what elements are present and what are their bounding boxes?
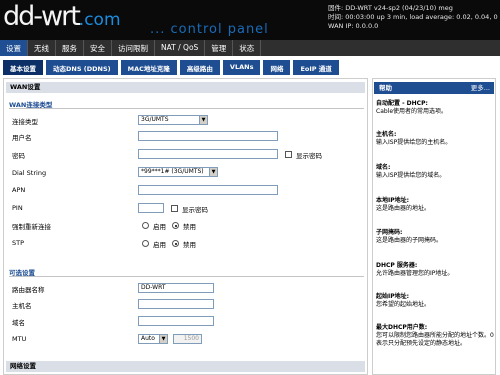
subtab-ddns[interactable]: 动态DNS (DDNS) xyxy=(46,60,118,75)
force-reconnect-disable-radio[interactable] xyxy=(172,222,179,229)
tab-nat-qos[interactable]: NAT / QoS xyxy=(155,40,206,56)
stp-enable-label: 启用 xyxy=(153,241,166,249)
subtab-advanced-routing[interactable]: 高级路由 xyxy=(179,60,220,75)
tab-services[interactable]: 服务 xyxy=(56,40,84,56)
header: dd-wrt.com ... control panel 固件: DD-WRT … xyxy=(0,0,500,42)
help-item: 起始IP地址: 您希望的起始地址。 xyxy=(376,293,431,308)
subtab-mac-clone[interactable]: MAC地址克隆 xyxy=(120,60,177,75)
username-input[interactable] xyxy=(138,131,278,141)
wan-ip-info: WAN IP: 0.0.0.0 xyxy=(328,22,379,30)
force-reconnect-disable-label: 禁用 xyxy=(183,223,196,231)
router-name-input[interactable]: DD-WRT xyxy=(138,283,214,293)
firmware-info: 固件: DD-WRT v24-sp2 (04/23/10) meg xyxy=(328,4,453,12)
ddwrt-logo: dd-wrt.com xyxy=(3,1,121,32)
help-header: 帮助 更多... xyxy=(374,82,494,94)
hostname-input[interactable] xyxy=(138,299,214,309)
pin-input[interactable] xyxy=(138,203,164,213)
dial-string-label: Dial String xyxy=(12,169,47,177)
help-item: 最大DHCP用户数: 您可以限制您路由器所能分配的地址个数。0表示只分配预先设定的… xyxy=(376,324,494,347)
panel-title: WAN设置 xyxy=(6,82,365,93)
tab-access-restrictions[interactable]: 访问限制 xyxy=(112,40,155,56)
show-password-checkbox[interactable] xyxy=(285,151,292,158)
tab-setup[interactable]: 设置 xyxy=(0,40,28,56)
router-name-label: 路由器名称 xyxy=(12,286,45,294)
uptime-info: 时间: 00:03:00 up 3 min, load average: 0.0… xyxy=(328,13,498,21)
sub-tabs: 基本设置 动态DNS (DDNS) MAC地址克隆 高级路由 VLANs 网络 … xyxy=(0,60,500,75)
help-more-link[interactable]: 更多... xyxy=(471,82,490,94)
mtu-label: MTU xyxy=(12,335,27,343)
username-label: 用户名 xyxy=(12,134,32,142)
subtab-vlans[interactable]: VLANs xyxy=(222,60,261,75)
stp-disable-label: 禁用 xyxy=(183,241,196,249)
mtu-mode-select[interactable]: Auto ▼ xyxy=(138,334,168,344)
subtab-networking[interactable]: 网络 xyxy=(263,60,291,75)
tab-administration[interactable]: 管理 xyxy=(205,40,234,56)
section-divider xyxy=(9,276,364,277)
password-label: 密码 xyxy=(12,152,25,160)
stp-label: STP xyxy=(12,239,25,247)
system-info: 固件: DD-WRT v24-sp2 (04/23/10) meg 时间: 00… xyxy=(328,4,498,31)
chevron-down-icon: ▼ xyxy=(159,335,167,343)
domain-input[interactable] xyxy=(138,316,214,326)
pin-label: PIN xyxy=(12,204,23,212)
help-item: 域名: 输入ISP提供给您的域名。 xyxy=(376,164,446,179)
hostname-label: 主机名 xyxy=(12,302,32,310)
help-item: 本地IP地址: 这是路由器的地址。 xyxy=(376,197,431,212)
force-reconnect-label: 强制重新连接 xyxy=(12,223,51,231)
dial-string-select[interactable]: *99***1# (3G/UMTS) ▼ xyxy=(138,167,218,177)
stp-disable-radio[interactable] xyxy=(172,240,179,247)
tab-status[interactable]: 状态 xyxy=(233,40,262,56)
tab-security[interactable]: 安全 xyxy=(84,40,112,56)
conn-type-label: 连接类型 xyxy=(12,118,38,126)
tab-wireless[interactable]: 无线 xyxy=(28,40,56,56)
chevron-down-icon: ▼ xyxy=(199,116,207,124)
content-panel: WAN设置 WAN连接类型 连接类型 3G/UMTS ▼ 用户名 密码 显示密码 … xyxy=(3,78,368,375)
help-item: DHCP 服务器: 允许路由器管理您的IP地址。 xyxy=(376,262,454,277)
password-input[interactable] xyxy=(138,149,278,159)
pin-show-checkbox[interactable] xyxy=(171,205,178,212)
force-reconnect-enable-radio[interactable] xyxy=(142,222,149,229)
stp-enable-radio[interactable] xyxy=(142,240,149,247)
show-password-label: 显示密码 xyxy=(296,152,322,160)
chevron-down-icon: ▼ xyxy=(209,168,217,176)
help-item: 主机名: 输入ISP提供给您的主机名。 xyxy=(376,131,452,146)
help-item: 子网掩码: 这是路由器的子网掩码。 xyxy=(376,229,443,244)
apn-label: APN xyxy=(12,186,26,194)
network-section-title: 网络设置 xyxy=(6,361,365,372)
main-tabs: 设置 无线 服务 安全 访问限制 NAT / QoS 管理 状态 xyxy=(0,40,500,56)
help-panel: 帮助 更多... 自动配置 - DHCP: Cable使用者的常用选项。 主机名:… xyxy=(372,78,496,375)
pin-show-label: 显示密码 xyxy=(182,206,208,214)
subtab-eoip-tunnel[interactable]: EoIP 通道 xyxy=(293,60,339,75)
control-panel-tagline: ... control panel xyxy=(150,22,269,37)
conn-type-select[interactable]: 3G/UMTS ▼ xyxy=(138,115,208,125)
subtab-basic-setup[interactable]: 基本设置 xyxy=(3,60,43,75)
domain-label: 域名 xyxy=(12,319,25,327)
force-reconnect-enable-label: 启用 xyxy=(153,223,166,231)
help-item: 自动配置 - DHCP: Cable使用者的常用选项。 xyxy=(376,100,448,115)
apn-input[interactable] xyxy=(138,185,278,195)
section-divider xyxy=(9,108,364,109)
help-title: 帮助 xyxy=(379,84,392,92)
mtu-value-input[interactable]: 1500 xyxy=(173,334,202,344)
